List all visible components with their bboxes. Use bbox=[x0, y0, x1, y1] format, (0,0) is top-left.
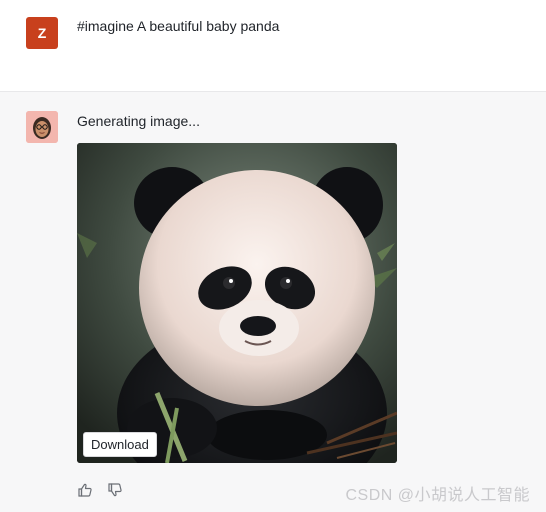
user-message-text: #imagine A beautiful baby panda bbox=[77, 18, 280, 34]
user-message-row: Z #imagine A beautiful baby panda bbox=[0, 0, 546, 91]
chat-page: Z #imagine A beautiful baby panda Genera… bbox=[0, 0, 546, 512]
feedback-actions bbox=[77, 482, 123, 498]
baby-panda-image bbox=[77, 143, 397, 463]
generating-status-text: Generating image... bbox=[77, 113, 200, 129]
download-button[interactable]: Download bbox=[83, 432, 157, 457]
bot-message-row: Generating image... Download CSDN @小胡说人工… bbox=[0, 92, 546, 512]
watermark-text: CSDN @小胡说人工智能 bbox=[345, 487, 530, 504]
thumbs-up-icon[interactable] bbox=[77, 482, 93, 498]
bot-avatar bbox=[26, 111, 58, 143]
user-avatar: Z bbox=[26, 17, 58, 49]
generated-panda-image[interactable]: Download bbox=[77, 143, 397, 463]
thumbs-down-icon[interactable] bbox=[107, 482, 123, 498]
